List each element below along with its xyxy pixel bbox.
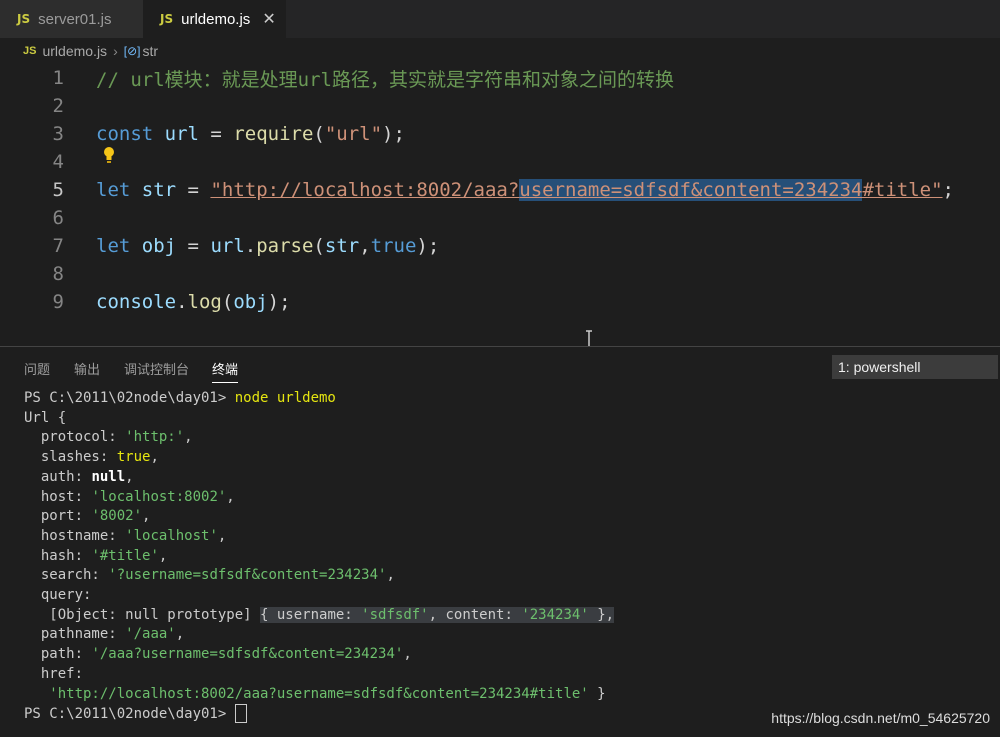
chevron-right-icon: › — [113, 43, 118, 59]
terminal-line: auth: null, — [24, 468, 134, 485]
terminal-line: hash: '#title', — [24, 547, 168, 564]
line-number: 5 — [52, 179, 64, 201]
code-text: const url = require("url"); — [96, 123, 405, 145]
code-editor[interactable]: 1 // url模块：就是处理url路径，其实就是字符串和对象之间的转换 2 3… — [0, 64, 1000, 346]
line-number: 6 — [52, 207, 64, 229]
terminal-line: Url { — [24, 409, 67, 426]
terminal-line: pathname: '/aaa', — [24, 626, 185, 643]
tab-problems[interactable]: 问题 — [24, 359, 50, 378]
terminal-line: host: 'localhost:8002', — [24, 488, 235, 505]
code-line: 4 — [0, 148, 1000, 176]
bottom-panel: 问题 输出 调试控制台 终端 1: powershell PS C:\2011\… — [0, 346, 1000, 737]
code-line: 7 let obj = url.parse(str,true); — [0, 232, 1000, 260]
tab-server01[interactable]: JS server01.js — [0, 0, 143, 38]
watermark: https://blog.csdn.net/m0_54625720 — [771, 710, 990, 726]
editor-tab-bar: JS server01.js JS urldemo.js ✕ — [0, 0, 1000, 38]
terminal-line: port: '8002', — [24, 508, 151, 525]
breadcrumb-file[interactable]: urldemo.js — [42, 43, 107, 59]
code-text: let obj = url.parse(str,true); — [96, 235, 440, 257]
line-number: 4 — [52, 151, 64, 173]
terminal-line: protocol: 'http:', — [24, 429, 193, 446]
terminal-line: href: — [24, 665, 84, 682]
line-number: 9 — [52, 291, 64, 313]
tab-debug-console[interactable]: 调试控制台 — [124, 359, 189, 378]
terminal-selection: { username: 'sdfsdf', content: '234234' … — [260, 606, 615, 623]
terminal-cursor — [234, 704, 247, 724]
terminal-line: hostname: 'localhost', — [24, 527, 227, 544]
code-text: console.log(obj); — [96, 291, 291, 313]
terminal-line: search: '?username=sdfsdf&content=234234… — [24, 567, 395, 584]
line-number: 1 — [52, 67, 64, 89]
js-file-icon: JS — [23, 45, 37, 57]
terminal-line: path: '/aaa?username=sdfsdf&content=2342… — [24, 646, 412, 663]
lightbulb-icon[interactable] — [102, 146, 116, 164]
close-icon[interactable]: ✕ — [262, 9, 275, 29]
breadcrumb-symbol[interactable]: str — [142, 43, 158, 59]
line-number: 8 — [52, 263, 64, 285]
terminal-line: [Object: null prototype] { username: 'sd… — [24, 606, 615, 623]
code-line: 2 — [0, 92, 1000, 120]
tab-label: urldemo.js — [181, 10, 251, 28]
shell-selector[interactable]: 1: powershell — [832, 355, 998, 379]
tab-label: server01.js — [38, 10, 112, 28]
line-number: 3 — [52, 123, 64, 145]
code-line: 8 — [0, 260, 1000, 288]
tab-output[interactable]: 输出 — [74, 359, 100, 378]
line-number: 2 — [52, 95, 64, 117]
code-line: 3 const url = require("url"); — [0, 120, 1000, 148]
line-number: 7 — [52, 235, 64, 257]
terminal-line: PS C:\2011\02node\day01> — [24, 704, 247, 724]
terminal-line: 'http://localhost:8002/aaa?username=sdfs… — [24, 685, 606, 702]
code-line: 9 console.log(obj); — [0, 288, 1000, 316]
terminal-line: query: — [24, 587, 92, 604]
tab-terminal[interactable]: 终端 — [212, 359, 239, 383]
variable-icon: [⊘] — [123, 44, 141, 58]
js-file-icon: JS — [160, 12, 174, 26]
terminal-line: PS C:\2011\02node\day01> node urldemo — [24, 390, 336, 406]
terminal-line: slashes: true, — [24, 449, 159, 466]
js-file-icon: JS — [17, 12, 31, 26]
code-text: let str = "http://localhost:8002/aaa?use… — [96, 179, 954, 201]
tab-urldemo[interactable]: JS urldemo.js ✕ — [143, 0, 286, 38]
code-line: 6 — [0, 204, 1000, 232]
terminal-output[interactable]: PS C:\2011\02node\day01> node urldemo Ur… — [24, 389, 615, 724]
text-selection: username=sdfsdf&content=234234 — [519, 179, 863, 201]
code-line: 5 let str = "http://localhost:8002/aaa?u… — [0, 176, 1000, 204]
code-line: 1 // url模块：就是处理url路径，其实就是字符串和对象之间的转换 — [0, 64, 1000, 92]
code-comment: // url模块：就是处理url路径，其实就是字符串和对象之间的转换 — [96, 68, 674, 91]
breadcrumb: JS urldemo.js › [⊘] str — [0, 38, 1000, 64]
